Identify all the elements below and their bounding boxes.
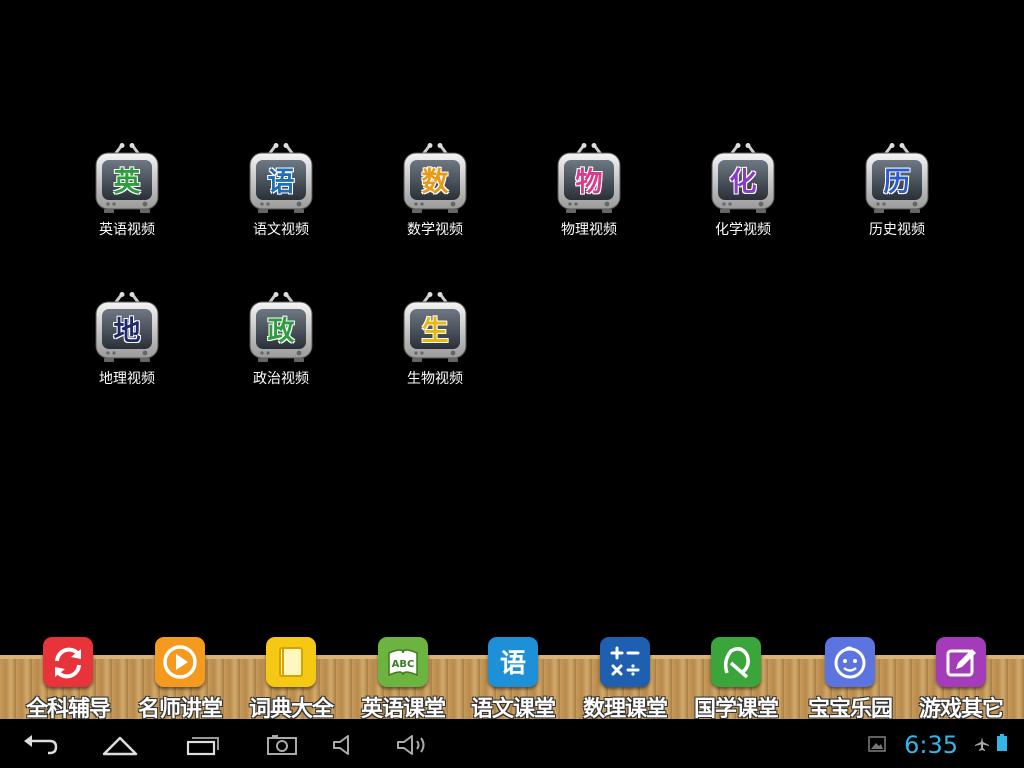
tv-icon: 政 [248,292,314,364]
recent-apps-icon[interactable] [178,730,226,760]
dock-item[interactable]: ABC 英语课堂 [348,637,458,722]
tv-icon: 英 [94,143,160,215]
tv-icon: 历 [864,143,930,215]
refresh-icon [43,637,93,687]
dock-label: 宝宝乐园 [807,697,893,722]
app-icon[interactable]: 生生物视频 [375,292,495,402]
scroll-icon [711,637,761,687]
app-icon[interactable]: 物物理视频 [529,143,649,253]
tv-icon: 地 [94,292,160,364]
app-icon[interactable]: 历历史视频 [837,143,957,253]
app-label: 地理视频 [99,371,155,387]
dock-label: 国学课堂 [693,697,779,722]
volume-up-icon[interactable] [388,730,436,760]
subject-glyph: 英 [113,167,141,198]
dock-item[interactable]: 游戏其它 [906,637,1016,722]
app-label: 语文视频 [253,222,309,238]
svg-text:语: 语 [500,649,526,679]
play-icon [155,637,205,687]
navigation-bar: 6:35 [0,722,1024,768]
tv-icon: 生 [402,292,468,364]
dock-label: 英语课堂 [360,697,446,722]
abc-book-icon: ABC [378,637,428,687]
volume-down-icon[interactable] [322,730,370,760]
dock-label: 词典大全 [248,697,334,722]
dock-label: 游戏其它 [918,697,1004,722]
clock: 6:35 [904,731,958,759]
back-icon[interactable] [16,730,64,760]
dock-item[interactable]: 词典大全 [236,637,346,722]
app-label: 化学视频 [715,222,771,238]
subject-glyph: 语 [267,167,295,198]
subject-glyph: 历 [883,167,911,198]
gallery-notification-icon [868,736,886,756]
dock-item[interactable]: 语语文课堂 [458,637,568,722]
tv-icon: 化 [710,143,776,215]
subject-glyph: 生 [421,316,449,347]
subject-glyph: 政 [267,316,295,347]
tv-icon: 物 [556,143,622,215]
subject-glyph: 化 [729,167,757,198]
battery-icon [996,734,1008,756]
app-icon[interactable]: 政政治视频 [221,292,341,402]
tv-icon: 语 [248,143,314,215]
baby-face-icon [825,637,875,687]
screenshot-icon[interactable] [258,730,306,760]
book-icon [266,637,316,687]
svg-text:ABC: ABC [392,659,415,670]
app-icon[interactable]: 数数学视频 [375,143,495,253]
yu-char-icon: 语 [488,637,538,687]
app-label: 政治视频 [253,371,309,387]
subject-glyph: 物 [575,167,603,198]
app-label: 历史视频 [869,222,925,238]
dock-item[interactable]: 国学课堂 [681,637,791,722]
subject-glyph: 地 [113,316,141,347]
app-label: 生物视频 [407,371,463,387]
tv-icon: 数 [402,143,468,215]
app-grid: 英英语视频语语文视频数数学视频物物理视频化化学视频历历史视频地地理视频政政治视频… [0,0,1024,630]
math-symbols-icon [600,637,650,687]
app-icon[interactable]: 地地理视频 [67,292,187,402]
app-label: 数学视频 [407,222,463,238]
app-label: 英语视频 [99,222,155,238]
airplane-mode-icon [974,736,990,756]
app-icon[interactable]: 化化学视频 [683,143,803,253]
home-icon[interactable] [96,730,144,760]
dock-item[interactable]: 名师讲堂 [125,637,235,722]
dock-item[interactable]: 全科辅导 [13,637,123,722]
dock-label: 全科辅导 [25,697,111,722]
dock-label: 语文课堂 [470,697,556,722]
dock-label: 数理课堂 [582,697,668,722]
dock-item[interactable]: 数理课堂 [570,637,680,722]
app-label: 物理视频 [561,222,617,238]
dock-item[interactable]: 宝宝乐园 [795,637,905,722]
pencil-note-icon [936,637,986,687]
app-icon[interactable]: 英英语视频 [67,143,187,253]
dock-label: 名师讲堂 [137,697,223,722]
subject-glyph: 数 [421,167,449,198]
app-icon[interactable]: 语语文视频 [221,143,341,253]
